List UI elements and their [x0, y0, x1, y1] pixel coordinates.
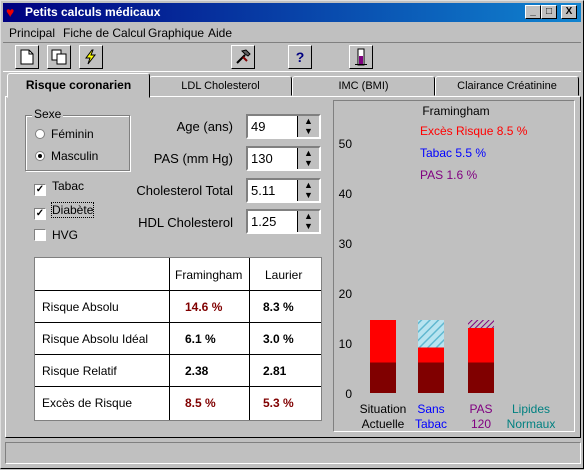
annotation-tabac: Tabac 5.5 % — [420, 146, 486, 160]
checkbox-tabac-box[interactable]: ✓ — [34, 184, 46, 196]
y-tick-label: 40 — [339, 187, 353, 201]
hdl-label: HDL Cholesterol — [138, 215, 233, 230]
y-tick-label: 0 — [345, 387, 352, 401]
sexe-legend: Sexe — [32, 107, 64, 121]
chol-spinner[interactable]: 5.11 ▲ ▼ — [246, 178, 321, 203]
checkbox-diabete-label: Diabète — [50, 202, 95, 218]
bar-segment — [370, 362, 396, 393]
row-label: Excès de Risque — [42, 396, 133, 410]
x-tick-label: Normaux — [507, 417, 556, 431]
laurier-value: 3.0 % — [263, 332, 294, 346]
fram-value: 6.1 % — [185, 332, 216, 346]
x-tick-label: Situation — [360, 402, 407, 416]
laurier-value: 5.3 % — [263, 396, 294, 410]
checkbox-diabete-box[interactable]: ✓ — [34, 208, 46, 220]
radio-masculin-label: Masculin — [51, 149, 99, 163]
checkbox-hvg-label: HVG — [52, 228, 79, 242]
bar-segment — [468, 320, 494, 328]
age-label: Age (ans) — [176, 119, 233, 134]
chol-label: Cholesterol Total — [136, 183, 233, 198]
spinner-arrows-icon[interactable]: ▲ ▼ — [297, 180, 319, 201]
row-label: Risque Absolu Idéal — [42, 332, 149, 346]
pas-label: PAS (mm Hg) — [153, 151, 233, 166]
laurier-value: 8.3 % — [263, 300, 294, 314]
bar-segment — [418, 362, 444, 393]
row-label: Risque Absolu — [42, 300, 119, 314]
bar-segment — [468, 328, 494, 363]
main-window: ♥ Petits calculs médicaux _ □ X Principa… — [0, 0, 584, 469]
chart-container: Framingham Excès Risque 8.5 % Tabac 5.5 … — [333, 100, 575, 432]
y-tick-label: 30 — [339, 237, 353, 251]
fram-value: 8.5 % — [185, 396, 216, 410]
y-tick-label: 50 — [339, 137, 353, 151]
header-framingham: Framingham — [175, 268, 243, 282]
laurier-value: 2.81 — [263, 364, 287, 378]
x-tick-label: Lipides — [512, 402, 550, 416]
age-spinner[interactable]: 49 ▲ ▼ — [246, 114, 321, 139]
checkbox-tabac[interactable]: ✓ Tabac — [34, 179, 84, 196]
hdl-value[interactable]: 1.25 — [251, 214, 276, 229]
checkbox-tabac-label: Tabac — [52, 179, 85, 193]
bar-segment — [370, 320, 396, 363]
age-value[interactable]: 49 — [251, 119, 265, 134]
bar-segment — [418, 320, 444, 348]
checkbox-hvg[interactable]: HVG — [34, 228, 78, 242]
framingham-chart: Framingham Excès Risque 8.5 % Tabac 5.5 … — [339, 104, 556, 431]
bar-segment — [418, 347, 444, 363]
hdl-spinner[interactable]: 1.25 ▲ ▼ — [246, 209, 321, 234]
chart-title: Framingham — [422, 104, 489, 118]
bar-segment — [468, 362, 494, 393]
x-tick-label: Actuelle — [362, 417, 405, 431]
fram-value: 2.38 — [185, 364, 209, 378]
results-table: Framingham Laurier Risque Absolu 14.6 % … — [34, 257, 322, 421]
x-tick-label: PAS — [469, 402, 492, 416]
pas-spinner[interactable]: 130 ▲ ▼ — [246, 146, 321, 171]
x-tick-label: 120 — [471, 417, 491, 431]
annotation-exces: Excès Risque 8.5 % — [420, 124, 528, 138]
y-tick-label: 20 — [339, 287, 353, 301]
row-label: Risque Relatif — [42, 364, 117, 378]
pas-value[interactable]: 130 — [251, 151, 273, 166]
radio-masculin[interactable]: Masculin — [35, 149, 98, 163]
checkbox-diabete[interactable]: ✓ Diabète — [34, 202, 95, 220]
header-laurier: Laurier — [265, 268, 303, 282]
radio-feminin-circle[interactable] — [35, 129, 45, 139]
spinner-arrows-icon[interactable]: ▲ ▼ — [297, 116, 319, 137]
radio-feminin[interactable]: Féminin — [35, 127, 94, 141]
annotation-pas: PAS 1.6 % — [420, 168, 477, 182]
status-bar — [5, 442, 581, 464]
radio-feminin-label: Féminin — [51, 127, 94, 141]
spinner-arrows-icon[interactable]: ▲ ▼ — [297, 148, 319, 169]
y-tick-label: 10 — [339, 337, 353, 351]
x-tick-label: Tabac — [415, 417, 447, 431]
checkbox-hvg-box[interactable] — [34, 229, 46, 241]
spinner-arrows-icon[interactable]: ▲ ▼ — [297, 211, 319, 232]
chol-value[interactable]: 5.11 — [251, 183, 275, 198]
radio-masculin-circle[interactable] — [35, 151, 45, 161]
fram-value: 14.6 % — [185, 300, 223, 314]
x-tick-label: Sans — [417, 402, 444, 416]
